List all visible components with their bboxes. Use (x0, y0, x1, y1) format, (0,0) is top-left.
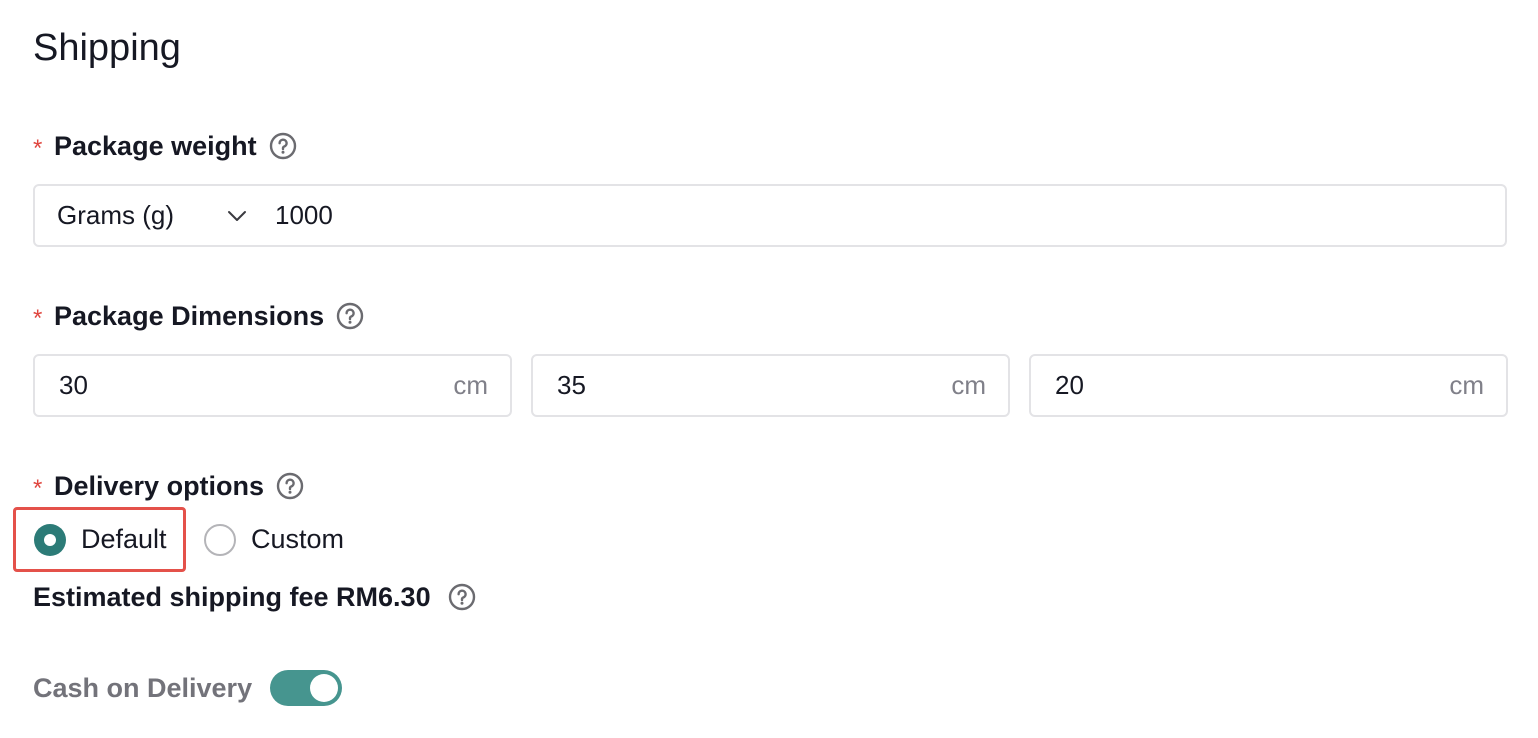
cash-on-delivery-toggle[interactable] (270, 670, 343, 706)
weight-value-input[interactable]: 1000 (275, 200, 333, 231)
cash-on-delivery-row: Cash on Delivery (33, 669, 343, 707)
required-mark: * (33, 135, 43, 162)
dimension-height-value: 20 (1055, 370, 1084, 400)
dimension-height-unit: cm (1449, 370, 1484, 400)
package-dimensions-label-text: Package Dimensions (54, 300, 325, 331)
question-circle-icon[interactable] (448, 583, 476, 611)
cash-on-delivery-label: Cash on Delivery (33, 672, 253, 703)
required-mark: * (33, 305, 43, 332)
radio-option-default[interactable]: Default (13, 507, 186, 572)
dimension-length-input[interactable]: 30 cm (33, 354, 512, 417)
radio-label-custom: Custom (251, 524, 345, 554)
question-circle-icon[interactable] (276, 472, 304, 500)
question-circle-icon[interactable] (336, 302, 364, 330)
radio-option-custom[interactable]: Custom (204, 523, 345, 556)
chevron-down-icon (226, 205, 248, 227)
package-weight-input-group: Grams (g) 1000 (33, 184, 1507, 247)
package-weight-label-text: Package weight (54, 130, 257, 161)
question-circle-icon[interactable] (269, 132, 297, 160)
weight-unit-value: Grams (g) (57, 200, 174, 230)
dimension-width-unit: cm (951, 370, 986, 400)
dimension-width-value: 35 (557, 370, 586, 400)
radio-button-unselected[interactable] (204, 523, 236, 556)
package-weight-label: * Package weight (33, 129, 297, 163)
estimated-shipping-fee-text: Estimated shipping fee RM6.30 (33, 581, 431, 612)
delivery-options-label-text: Delivery options (54, 470, 265, 501)
weight-unit-select[interactable]: Grams (g) (35, 186, 275, 245)
dimension-width-input[interactable]: 35 cm (531, 354, 1010, 417)
estimated-shipping-fee: Estimated shipping fee RM6.30 (33, 580, 476, 614)
package-dimensions-label: * Package Dimensions (33, 299, 364, 333)
delivery-options-radio-group: Default Custom (13, 507, 344, 572)
dimension-height-input[interactable]: 20 cm (1029, 354, 1508, 417)
radio-button-selected[interactable] (34, 523, 66, 556)
dimension-length-unit: cm (453, 370, 488, 400)
section-title: Shipping (33, 27, 181, 69)
required-mark: * (33, 475, 43, 502)
dimension-length-value: 30 (59, 370, 88, 400)
delivery-options-label: * Delivery options (33, 469, 304, 503)
radio-label-default: Default (81, 524, 167, 554)
toggle-knob (310, 674, 339, 702)
